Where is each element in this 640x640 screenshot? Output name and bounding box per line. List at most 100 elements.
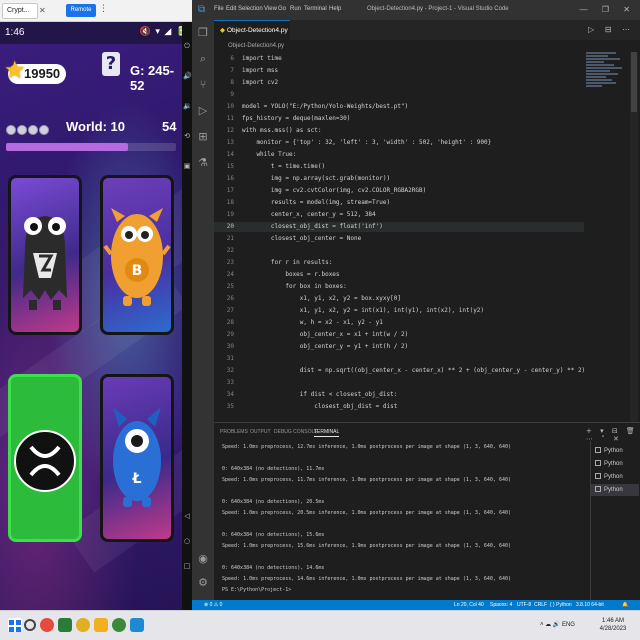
problems-count[interactable]: ⊗ 0 ⚠ 0 xyxy=(204,600,222,610)
chrome-canary-icon[interactable] xyxy=(76,618,90,632)
cursor-position[interactable]: Ln 20, Col 40 xyxy=(454,600,484,610)
code-line[interactable]: 11 fps_history = deque(maxlen=30) xyxy=(214,114,584,124)
menu-terminal[interactable]: Terminal xyxy=(304,6,327,12)
code-line[interactable]: 30 obj_center_y = y1 + int(h / 2) xyxy=(214,342,584,352)
start-icon[interactable] xyxy=(8,618,22,632)
window-controls[interactable]: — ❐ ✕ xyxy=(580,5,636,14)
run-debug-icon[interactable]: ▷ xyxy=(196,104,210,118)
tab-object-detection4[interactable]: ◆ Object-Detection4.py xyxy=(214,20,290,40)
account-icon[interactable]: ◉ xyxy=(196,552,210,566)
language-mode[interactable]: { } Python xyxy=(550,600,572,610)
help-button[interactable]: ? xyxy=(102,52,120,76)
mirror-menu-icon[interactable]: ⋮ xyxy=(99,4,109,14)
code-line[interactable]: 23 for r in results: xyxy=(214,258,584,268)
code-line[interactable]: 21 closest_obj_center = None xyxy=(214,234,584,244)
menu-run[interactable]: Run xyxy=(290,6,301,12)
code-line[interactable]: 24 boxes = r.boxes xyxy=(214,270,584,280)
code-line[interactable]: 14 while True: xyxy=(214,150,584,160)
mirror-tab-close-icon[interactable]: ✕ xyxy=(39,6,46,16)
home-icon[interactable]: ○ xyxy=(183,537,191,545)
card-monster-white[interactable] xyxy=(8,175,82,335)
volume-up-icon[interactable]: 🔊 xyxy=(183,72,192,80)
back-icon[interactable]: ◁ xyxy=(183,512,191,520)
notifications-icon[interactable]: 🔔 xyxy=(622,600,628,610)
editor-scrollbar[interactable] xyxy=(630,52,638,422)
testing-icon[interactable]: ⚗ xyxy=(196,156,210,170)
card-bitcoin-monster[interactable]: B xyxy=(100,175,174,335)
code-line[interactable]: 35 closest_obj_dist = dist xyxy=(214,402,584,412)
screenshot-icon[interactable]: ▣ xyxy=(183,162,191,170)
remote-button[interactable]: Remote xyxy=(66,4,96,17)
menu-go[interactable]: Go xyxy=(278,6,286,12)
tab-terminal[interactable]: TERMINAL xyxy=(314,429,340,437)
code-line[interactable]: 6 import time xyxy=(214,54,584,64)
code-line[interactable]: 19 center_x, center_y = 512, 384 xyxy=(214,210,584,220)
code-line[interactable]: 33 xyxy=(214,378,584,388)
scrollbar-thumb[interactable] xyxy=(631,52,637,112)
chrome-icon[interactable] xyxy=(40,618,54,632)
power-icon[interactable]: ⏻ xyxy=(183,42,191,50)
explorer-icon[interactable]: ❐ xyxy=(196,26,210,40)
terminal-instance[interactable]: Python xyxy=(591,484,639,496)
tab-problems[interactable]: PROBLEMS xyxy=(220,429,248,435)
editor-actions[interactable]: ▷ ⊟ ⋯ xyxy=(588,25,634,34)
code-line[interactable]: 18 results = model(img, stream=True) xyxy=(214,198,584,208)
menu-edit[interactable]: Edit xyxy=(226,6,236,12)
search-icon[interactable]: ⌕ xyxy=(196,52,210,66)
recents-icon[interactable]: □ xyxy=(183,562,191,570)
code-line[interactable]: 20 closest_obj_dist = float('inf') xyxy=(214,222,584,232)
mirror-tab[interactable]: Crypt... xyxy=(2,3,38,19)
code-line[interactable]: 25 for box in boxes: xyxy=(214,282,584,292)
breadcrumb[interactable]: Object-Detection4.py xyxy=(214,40,640,52)
card-litecoin-monster[interactable]: Ł xyxy=(100,374,174,542)
code-line[interactable]: 9 xyxy=(214,90,584,100)
code-editor[interactable]: 6 import time 7 import mss 8 import cv2 9 10 mod… xyxy=(214,52,584,422)
minimap[interactable] xyxy=(586,52,626,112)
code-line[interactable]: 8 import cv2 xyxy=(214,78,584,88)
taskbar-clock[interactable]: 1:46 AM 4/28/2023 xyxy=(596,617,630,633)
terminal-output[interactable]: Speed: 1.0ms preprocess, 12.7ms inferenc… xyxy=(214,441,588,601)
file-explorer-icon[interactable] xyxy=(94,618,108,632)
code-line[interactable]: 17 img = cv2.cvtColor(img, cv2.COLOR_RGB… xyxy=(214,186,584,196)
terminal-instance[interactable]: Python xyxy=(591,445,639,457)
code-text: fps_history = deque(maxlen=30) xyxy=(242,115,351,122)
menu-help[interactable]: Help xyxy=(329,6,341,12)
tab-output[interactable]: OUTPUT xyxy=(250,429,271,435)
code-line[interactable]: 22 xyxy=(214,246,584,256)
line-ending[interactable]: CRLF xyxy=(534,600,547,610)
code-line[interactable]: 10 model = YOLO("E:/Python/Yolo-Weights/b… xyxy=(214,102,584,112)
app-icon[interactable] xyxy=(58,618,72,632)
code-line[interactable]: 28 w, h = x2 - x1, y2 - y1 xyxy=(214,318,584,328)
extensions-icon[interactable]: ⊞ xyxy=(196,130,210,144)
menu-view[interactable]: View xyxy=(264,6,277,12)
tab-debug-console[interactable]: DEBUG CONSOLE xyxy=(274,429,318,435)
volume-down-icon[interactable]: 🔉 xyxy=(183,102,192,110)
code-line[interactable]: 26 x1, y1, x2, y2 = box.xyxy[0] xyxy=(214,294,584,304)
encoding[interactable]: UTF-8 xyxy=(517,600,531,610)
source-control-icon[interactable]: ⑂ xyxy=(196,78,210,92)
card-xrp[interactable] xyxy=(8,374,82,542)
code-line[interactable]: 7 import mss xyxy=(214,66,584,76)
code-text: import cv2 xyxy=(242,79,279,86)
code-line[interactable]: 16 img = np.array(sct.grab(monitor)) xyxy=(214,174,584,184)
search-taskbar-icon[interactable] xyxy=(24,619,36,631)
manage-gear-icon[interactable]: ⚙ xyxy=(196,576,210,590)
terminal-instance[interactable]: Python xyxy=(591,471,639,483)
menu-file[interactable]: File xyxy=(214,6,224,12)
code-line[interactable]: 32 dist = np.sqrt((obj_center_x - center… xyxy=(214,366,584,376)
system-tray[interactable]: ˄ ☁ 🔊 ENG xyxy=(540,621,575,628)
vscode-taskbar-icon[interactable] xyxy=(130,618,144,632)
code-line[interactable]: 27 x1, y1, x2, y2 = int(x1), int(y1), in… xyxy=(214,306,584,316)
chrome-profile-icon[interactable] xyxy=(112,618,126,632)
code-line[interactable]: 31 xyxy=(214,354,584,364)
code-line[interactable]: 29 obj_center_x = x1 + int(w / 2) xyxy=(214,330,584,340)
terminal-instance[interactable]: Python xyxy=(591,458,639,470)
python-interpreter[interactable]: 3.8.10 64-bit xyxy=(576,600,604,610)
code-line[interactable]: 13 monitor = {'top' : 32, 'left' : 3, 'w… xyxy=(214,138,584,148)
indentation[interactable]: Spaces: 4 xyxy=(490,600,512,610)
code-line[interactable]: 34 if dist < closest_obj_dist: xyxy=(214,390,584,400)
rotate-icon[interactable]: ⟲ xyxy=(183,132,191,140)
code-line[interactable]: 12 with mss.mss() as sct: xyxy=(214,126,584,136)
code-line[interactable]: 15 t = time.time() xyxy=(214,162,584,172)
menu-selection[interactable]: Selection xyxy=(238,6,263,12)
